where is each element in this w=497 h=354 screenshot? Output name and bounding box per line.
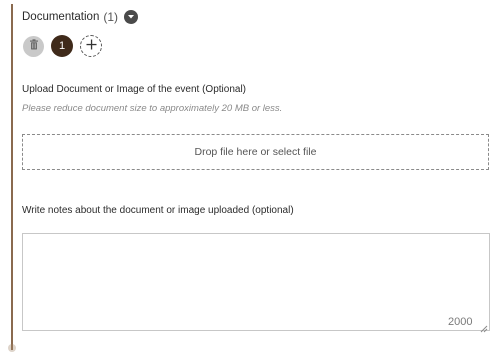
document-page-button[interactable]: 1 [51,35,73,57]
dropzone-text: Drop file here or select file [194,146,317,158]
file-dropzone[interactable]: Drop file here or select file [22,134,489,170]
section-rule-cap [8,344,16,352]
chevron-down-icon[interactable] [124,10,139,24]
section-count: (1) [103,10,119,24]
section-title: Documentation [22,11,100,23]
resize-grip-icon[interactable] [480,320,488,333]
section-header: Documentation (1) [22,8,139,26]
upload-label: Upload Document or Image of the event (O… [22,84,247,95]
plus-icon [86,37,97,55]
add-document-button[interactable] [80,35,102,57]
section-left-rule [11,4,13,350]
upload-hint: Please reduce document size to approxima… [22,103,283,114]
page-number: 1 [58,40,66,52]
notes-label: Write notes about the document or image … [22,205,294,216]
trash-icon [29,37,39,55]
notes-textarea[interactable] [22,233,490,331]
delete-document-button[interactable] [23,35,44,57]
document-item-row: 1 [23,35,102,57]
documentation-panel: Documentation (1) 1 Upload Document or I… [0,0,497,354]
char-limit-counter: 2000 [448,316,473,328]
